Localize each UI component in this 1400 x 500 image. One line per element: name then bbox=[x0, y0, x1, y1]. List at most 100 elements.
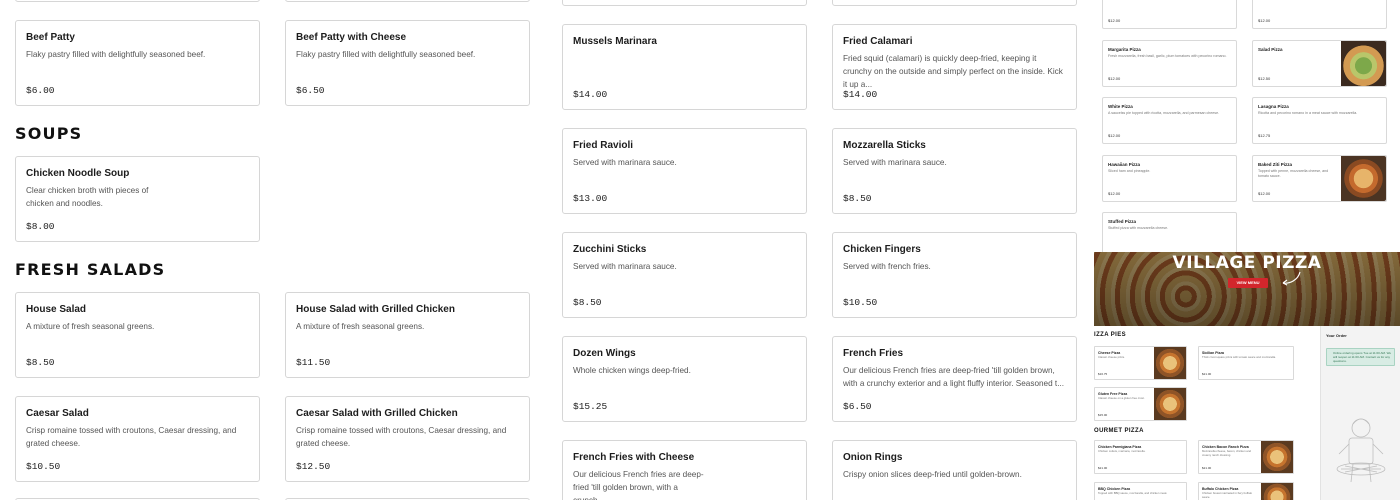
menu-item-card[interactable] bbox=[562, 0, 807, 6]
menu-item-card[interactable]: Fried Calamari Fried squid (calamari) is… bbox=[832, 24, 1077, 110]
item-price: $14.00 bbox=[843, 89, 878, 100]
menu-item-card[interactable] bbox=[832, 0, 1077, 6]
item-price: $21.00 bbox=[1202, 466, 1212, 470]
item-description: Topped with penne, mozzarella cheese, an… bbox=[1258, 169, 1329, 178]
menu-item-card[interactable]: Caesar Salad Crisp romaine tossed with c… bbox=[15, 396, 260, 482]
item-description: Crisp romaine tossed with croutons, Caes… bbox=[296, 426, 507, 448]
item-price: $6.50 bbox=[296, 85, 325, 96]
item-description: Classic cheese on a gluten free crust. bbox=[1098, 396, 1145, 400]
item-name: Salad Pizza bbox=[1258, 47, 1283, 52]
item-name: Stuffed Pizza bbox=[1108, 219, 1137, 224]
item-price: $13.00 bbox=[573, 193, 608, 204]
item-name: Onion Rings bbox=[843, 452, 903, 463]
mini-menu-item[interactable]: White Pizza A saucelss pie topped with r… bbox=[1102, 97, 1237, 144]
menu-item-card[interactable] bbox=[285, 0, 530, 2]
mini-menu-item[interactable]: Margarita Pizza Fresh mozzarella, fresh … bbox=[1102, 40, 1237, 87]
menu-item-card[interactable]: French Fries Our delicious French fries … bbox=[832, 336, 1077, 422]
menu-item-card[interactable]: Chicken Noodle Soup Clear chicken broth … bbox=[15, 156, 260, 242]
item-name: Chicken Fingers bbox=[843, 244, 921, 255]
menu-item-card[interactable]: Zucchini Sticks Served with marinara sau… bbox=[562, 232, 807, 318]
item-name: Margarita Pizza bbox=[1108, 47, 1141, 52]
ordering-notice: Online ordering opens Tue at 11:00 AM. W… bbox=[1326, 348, 1395, 366]
item-price: $15.25 bbox=[573, 401, 608, 412]
item-name: French Fries with Cheese bbox=[573, 452, 695, 463]
pizza-photo bbox=[1261, 483, 1293, 500]
item-name: French Fries bbox=[843, 348, 904, 359]
mini-menu-item[interactable]: Chicken Bacon Ranch Pizza Mozzarella che… bbox=[1198, 440, 1294, 474]
mini-menu-item[interactable]: Salad Pizza $12.50 bbox=[1252, 40, 1387, 87]
item-name: House Salad with Grilled Chicken bbox=[296, 304, 455, 315]
item-price: $8.50 bbox=[843, 193, 872, 204]
menu-item-card[interactable]: Beef Patty Flaky pastry filled with deli… bbox=[15, 20, 260, 106]
item-description: Fried squid (calamari) is quickly deep-f… bbox=[843, 54, 1063, 89]
mini-menu-item[interactable]: Stuffed Pizza Stuffed pizza with mozzare… bbox=[1102, 212, 1237, 252]
item-description: Sliced ham and pineapple. bbox=[1108, 169, 1151, 173]
item-description: A mixture of fresh seasonal greens. bbox=[26, 322, 155, 331]
item-name: Caesar Salad bbox=[26, 408, 89, 419]
item-description: Topped with BBQ sauce, mozzarella, and c… bbox=[1098, 491, 1168, 495]
mini-menu-item[interactable]: Lasagna Pizza Ricotta and pecorino roman… bbox=[1252, 97, 1387, 144]
menu-item-card[interactable]: French Fries with Cheese Our delicious F… bbox=[562, 440, 807, 500]
mini-menu-item[interactable]: Hawaiian Pizza Sliced ham and pineapple.… bbox=[1102, 155, 1237, 202]
menu-item-card[interactable]: Dozen Wings Whole chicken wings deep-fri… bbox=[562, 336, 807, 422]
mini-menu-item[interactable]: Cheese Pizza Classic cheese pizza. $16.7… bbox=[1094, 346, 1187, 380]
mini-menu-item[interactable]: Chicken Parmigiana Pizza Chicken cutlets… bbox=[1094, 440, 1187, 474]
mini-menu-item[interactable]: Gluten Free Pizza Classic cheese on a gl… bbox=[1094, 387, 1187, 421]
mini-menu-item[interactable]: Baked Ziti Pizza Topped with penne, mozz… bbox=[1252, 155, 1387, 202]
item-description: Ricotta and pecorino romano in a meat sa… bbox=[1258, 111, 1358, 115]
view-menu-button[interactable]: VIEW MENU bbox=[1228, 278, 1268, 288]
menu-item-card[interactable]: Mussels Marinara $14.00 bbox=[562, 24, 807, 110]
menu-item-card[interactable]: Onion Rings Crispy onion slices deep-fri… bbox=[832, 440, 1077, 500]
menu-item-card[interactable]: Beef Patty with Cheese Flaky pastry fill… bbox=[285, 20, 530, 106]
item-description: A saucelss pie topped with ricotta, mozz… bbox=[1108, 111, 1220, 115]
item-description: Flaky pastry filled with delightfully se… bbox=[26, 50, 206, 59]
mini-menu-item[interactable]: Buffalo Chicken Pizza Chicken breast mar… bbox=[1198, 482, 1294, 500]
menu-item-card[interactable]: Caesar Salad with Grilled Chicken Crisp … bbox=[285, 396, 530, 482]
menu-item-card[interactable]: Chicken Fingers Served with french fries… bbox=[832, 232, 1077, 318]
item-description: Chicken cutlets, marinara, mozzarella. bbox=[1098, 449, 1146, 453]
item-description: Clear chicken broth with pieces of chick… bbox=[26, 186, 149, 208]
item-description: Served with marinara sauce. bbox=[573, 158, 677, 167]
mini-menu-item[interactable]: $12.00 bbox=[1102, 0, 1237, 29]
item-price: $12.50 bbox=[1258, 76, 1271, 81]
item-name: Caesar Salad with Grilled Chicken bbox=[296, 408, 458, 419]
item-description: Mozzarella cheese, bacon, chicken and cr… bbox=[1202, 449, 1251, 457]
item-price: $21.00 bbox=[1202, 372, 1212, 376]
arrow-icon bbox=[1282, 271, 1301, 286]
menu-item-card[interactable]: Fried Ravioli Served with marinara sauce… bbox=[562, 128, 807, 214]
item-name: Fried Calamari bbox=[843, 36, 913, 47]
mini-menu-item[interactable]: $12.00 bbox=[1252, 0, 1387, 29]
item-name: Hawaiian Pizza bbox=[1108, 162, 1141, 167]
item-name: Chicken Noodle Soup bbox=[26, 168, 130, 179]
order-title: Your Order bbox=[1326, 333, 1347, 338]
pizza-photo bbox=[1261, 441, 1293, 473]
item-description: Served with marinara sauce. bbox=[843, 158, 947, 167]
item-description: Our delicious French fries are deep-frie… bbox=[843, 366, 1065, 388]
item-price: $8.50 bbox=[26, 357, 55, 368]
item-name: Zucchini Sticks bbox=[573, 244, 647, 255]
item-name: Beef Patty bbox=[26, 32, 75, 43]
pizza-photo bbox=[1154, 347, 1186, 379]
menu-item-card[interactable]: House Salad with Grilled Chicken A mixtu… bbox=[285, 292, 530, 378]
item-price: $12.00 bbox=[1108, 18, 1121, 23]
website-preview-thumbnail: VILLAGE PIZZA VIEW MENU IZZA PIES Cheese… bbox=[1094, 252, 1400, 500]
item-price: $12.00 bbox=[1258, 18, 1271, 23]
item-name: Dozen Wings bbox=[573, 348, 636, 359]
section-title-pizza-pies: IZZA PIES bbox=[1094, 332, 1127, 338]
menu-item-card[interactable]: Mozzarella Sticks Served with marinara s… bbox=[832, 128, 1077, 214]
mini-menu-item[interactable]: Sicilian Pizza Thick crust square pizza … bbox=[1198, 346, 1294, 380]
item-price: $14.00 bbox=[573, 89, 608, 100]
menu-item-card[interactable]: House Salad A mixture of fresh seasonal … bbox=[15, 292, 260, 378]
menu-item-card[interactable] bbox=[15, 0, 260, 2]
item-price: $12.00 bbox=[1108, 191, 1121, 196]
item-price: $8.50 bbox=[573, 297, 602, 308]
item-price: $16.75 bbox=[1098, 372, 1108, 376]
item-price: $11.50 bbox=[296, 357, 331, 368]
pizza-photo bbox=[1341, 156, 1386, 201]
item-price: $15.00 bbox=[1098, 413, 1108, 417]
item-price: $12.75 bbox=[1258, 133, 1271, 138]
item-price: $12.00 bbox=[1258, 191, 1271, 196]
item-description: Served with marinara sauce. bbox=[573, 262, 677, 271]
item-description: Served with french fries. bbox=[843, 262, 931, 271]
mini-menu-item[interactable]: BBQ Chicken Pizza Topped with BBQ sauce,… bbox=[1094, 482, 1187, 500]
